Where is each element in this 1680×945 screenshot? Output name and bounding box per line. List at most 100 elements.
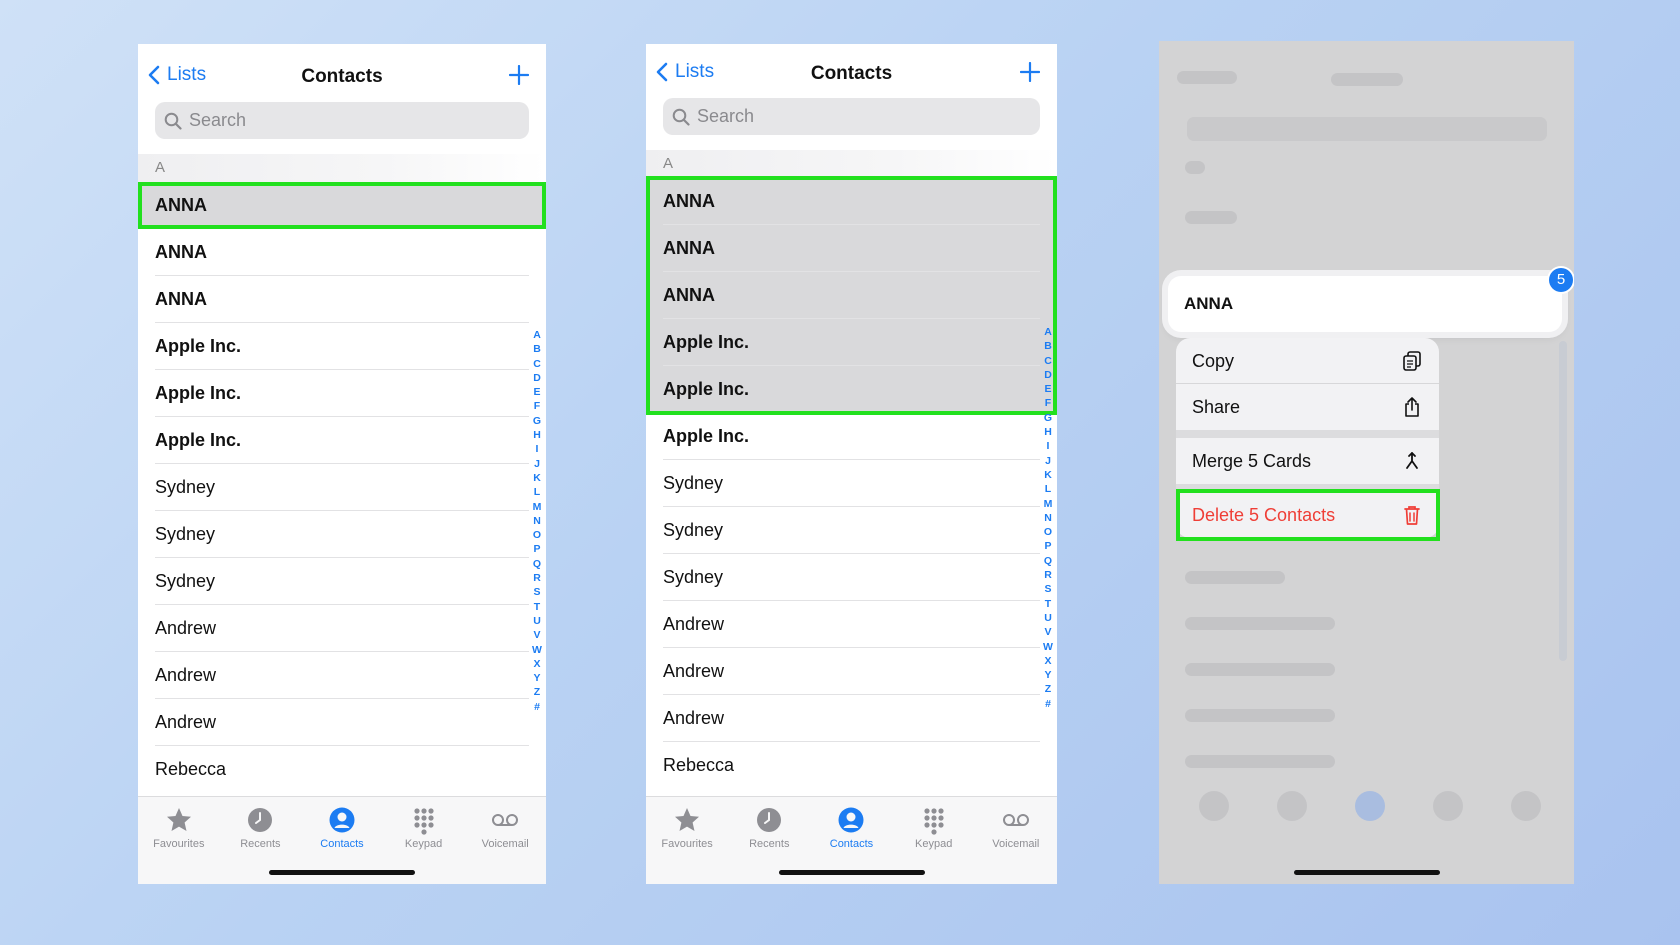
index-letter[interactable]: O	[533, 528, 541, 542]
index-letter[interactable]: E	[1044, 382, 1051, 396]
index-letter[interactable]: H	[533, 428, 541, 442]
alphabet-index[interactable]: A B C D E F G H I J K L M N O P Q R S T U V W X Y Z #	[531, 328, 543, 714]
section-header: A	[138, 154, 546, 182]
index-letter[interactable]: V	[1044, 625, 1051, 639]
index-letter[interactable]: F	[1045, 396, 1051, 410]
index-letter[interactable]: B	[1044, 339, 1052, 353]
contact-row[interactable]: Andrew	[138, 605, 546, 652]
share-menu-item[interactable]: Share	[1176, 384, 1439, 430]
index-letter[interactable]: M	[533, 500, 542, 514]
contact-preview-card[interactable]: ANNA	[1168, 276, 1562, 332]
contact-row[interactable]: Andrew	[138, 652, 546, 699]
index-letter[interactable]: L	[534, 485, 540, 499]
contact-row[interactable]: Andrew	[138, 699, 546, 746]
index-letter[interactable]: Q	[533, 557, 541, 571]
index-letter[interactable]: M	[1044, 497, 1053, 511]
index-letter[interactable]: D	[1044, 368, 1052, 382]
index-letter[interactable]: R	[533, 571, 541, 585]
contact-row[interactable]: Sydney	[646, 507, 1057, 554]
index-letter[interactable]: I	[536, 442, 539, 456]
contact-row[interactable]: Apple Inc.	[646, 413, 1057, 460]
tab-favourites[interactable]: Favourites	[649, 805, 725, 884]
index-letter[interactable]: K	[1044, 468, 1052, 482]
contact-row[interactable]: ANNA	[646, 272, 1057, 319]
contact-row[interactable]: Rebecca	[138, 746, 546, 793]
contact-row[interactable]: Sydney	[646, 554, 1057, 601]
contact-row[interactable]: Apple Inc.	[138, 417, 546, 464]
contact-row[interactable]: Rebecca	[646, 742, 1057, 789]
index-letter[interactable]: T	[534, 600, 540, 614]
index-letter[interactable]: #	[1045, 697, 1051, 711]
contact-row[interactable]: Sydney	[646, 460, 1057, 507]
contact-row[interactable]: Andrew	[646, 601, 1057, 648]
search-input[interactable]: Search	[155, 102, 529, 139]
search-input[interactable]: Search	[663, 98, 1040, 135]
index-letter[interactable]: K	[533, 471, 541, 485]
contact-row[interactable]: ANNA	[138, 276, 546, 323]
index-letter[interactable]: S	[1044, 582, 1051, 596]
contact-row[interactable]: Sydney	[138, 511, 546, 558]
contact-row[interactable]: Sydney	[138, 558, 546, 605]
contact-row[interactable]: ANNA	[646, 225, 1057, 272]
contact-row[interactable]: Sydney	[138, 464, 546, 511]
contact-row[interactable]: ANNA	[138, 182, 546, 229]
index-letter[interactable]: T	[1045, 597, 1051, 611]
contact-row[interactable]: Apple Inc.	[138, 323, 546, 370]
index-letter[interactable]: N	[1044, 511, 1052, 525]
contact-row[interactable]: ANNA	[138, 229, 546, 276]
tab-favourites[interactable]: Favourites	[141, 805, 217, 884]
merge-menu-item[interactable]: Merge 5 Cards	[1176, 430, 1439, 484]
tab-voicemail[interactable]: Voicemail	[978, 805, 1054, 884]
index-letter[interactable]: P	[1044, 539, 1051, 553]
index-letter[interactable]: D	[533, 371, 541, 385]
index-letter[interactable]: X	[1044, 654, 1051, 668]
contact-row[interactable]: Apple Inc.	[138, 370, 546, 417]
index-letter[interactable]: J	[1045, 454, 1051, 468]
blurred-row	[1185, 211, 1237, 224]
plus-icon[interactable]	[1020, 62, 1040, 82]
index-letter[interactable]: Z	[1045, 682, 1051, 696]
index-letter[interactable]: P	[533, 542, 540, 556]
index-letter[interactable]: Y	[1044, 668, 1051, 682]
index-letter[interactable]: U	[533, 614, 541, 628]
index-letter[interactable]: C	[1044, 354, 1052, 368]
index-letter[interactable]: C	[533, 357, 541, 371]
index-letter[interactable]: W	[532, 643, 542, 657]
index-letter[interactable]: V	[533, 628, 540, 642]
page-title: Contacts	[301, 66, 383, 87]
contact-row[interactable]: Andrew	[646, 648, 1057, 695]
contact-row[interactable]: Andrew	[646, 695, 1057, 742]
contact-row[interactable]: Apple Inc.	[646, 319, 1057, 366]
alphabet-index[interactable]: A B C D E F G H I J K L M N O P Q R S T U V W X Y Z #	[1042, 325, 1054, 711]
index-letter[interactable]: R	[1044, 568, 1052, 582]
index-letter[interactable]: N	[533, 514, 541, 528]
index-letter[interactable]: S	[533, 585, 540, 599]
index-letter[interactable]: X	[533, 657, 540, 671]
index-letter[interactable]: E	[533, 385, 540, 399]
plus-icon[interactable]	[509, 65, 529, 85]
index-letter[interactable]: G	[533, 414, 541, 428]
contact-row[interactable]: Apple Inc.	[646, 366, 1057, 413]
index-letter[interactable]: J	[534, 457, 540, 471]
delete-menu-item[interactable]: Delete 5 Contacts	[1176, 484, 1439, 538]
index-letter[interactable]: W	[1043, 640, 1053, 654]
index-letter[interactable]: U	[1044, 611, 1052, 625]
index-letter[interactable]: H	[1044, 425, 1052, 439]
index-letter[interactable]: Y	[533, 671, 540, 685]
index-letter[interactable]: Q	[1044, 554, 1052, 568]
index-letter[interactable]: L	[1045, 482, 1051, 496]
star-icon	[166, 808, 191, 831]
index-letter[interactable]: I	[1047, 439, 1050, 453]
index-letter[interactable]: A	[1044, 325, 1052, 339]
index-letter[interactable]: B	[533, 342, 541, 356]
index-letter[interactable]: A	[533, 328, 541, 342]
index-letter[interactable]: Z	[534, 685, 540, 699]
index-letter[interactable]: G	[1044, 411, 1052, 425]
tab-voicemail[interactable]: Voicemail	[467, 805, 543, 884]
index-letter[interactable]: #	[534, 700, 540, 714]
phone-screen-context-menu: ANNA 5 Copy Share Merge 5 Cards Delete 5…	[1159, 41, 1574, 884]
copy-menu-item[interactable]: Copy	[1176, 338, 1439, 384]
index-letter[interactable]: F	[534, 399, 540, 413]
contact-row[interactable]: ANNA	[646, 178, 1057, 225]
index-letter[interactable]: O	[1044, 525, 1052, 539]
